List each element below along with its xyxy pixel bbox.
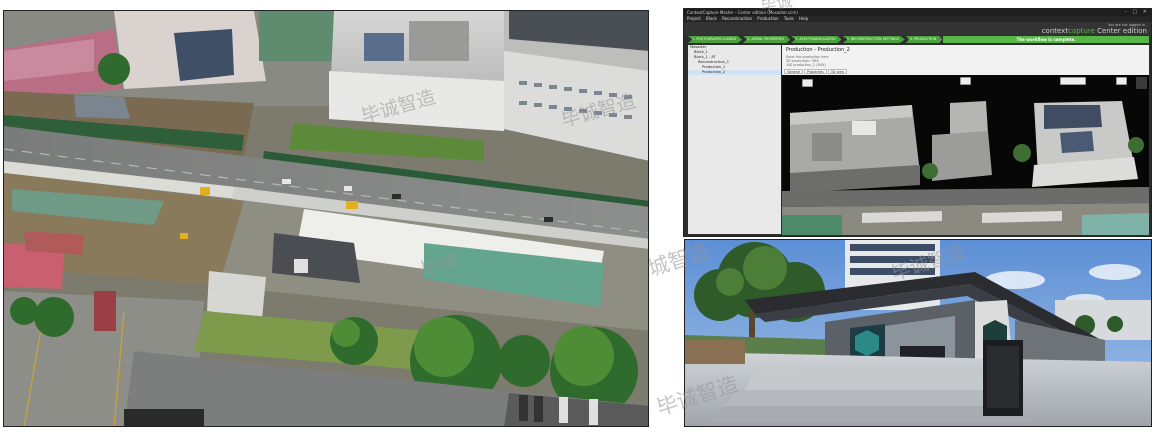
workflow-step-photographs[interactable]: 1. PHOTOGRAPHS LOADED xyxy=(688,36,743,43)
panel-output[interactable]: 100 production_2 (3MX) xyxy=(786,63,826,67)
window-title: ContextCapture Master - Center edition (… xyxy=(687,10,798,15)
aerial-photo-graphic xyxy=(4,11,648,426)
contextcapture-window: ContextCapture Master - Center edition (… xyxy=(683,8,1152,237)
workflow-status: The workflow is complete. xyxy=(943,36,1149,43)
menu-production[interactable]: Production xyxy=(757,16,778,21)
3d-viewport[interactable] xyxy=(782,75,1149,235)
workflow-step-aerotriangulation[interactable]: 3. AEROTRIANGULATION xyxy=(791,36,842,43)
panel-title: Production - Production_2 xyxy=(786,47,850,53)
workflow-step-properties[interactable]: 2. AERIAL PROPERTIES xyxy=(743,36,791,43)
menu-block[interactable]: Block xyxy=(706,16,717,21)
viewport-home-icon[interactable] xyxy=(802,79,813,87)
workflow-step-reconstruction[interactable]: 4. RECONSTRUCTION SETTINGS xyxy=(842,36,905,43)
menu-project[interactable]: Project xyxy=(687,16,701,21)
menu-reconstruction[interactable]: Reconstruction xyxy=(722,16,752,21)
tree-item-production-2[interactable]: Production_2 xyxy=(688,70,781,75)
brand-bar: You are not logged in contextcapture Cen… xyxy=(684,22,1151,35)
viewport-tool-icon[interactable] xyxy=(960,77,971,85)
viewport-side-panel[interactable] xyxy=(1136,77,1147,89)
viewport-settings-icon[interactable] xyxy=(1116,77,1127,85)
panel-tabs: General Properties 3D view xyxy=(784,69,848,74)
3d-render-image xyxy=(684,239,1152,427)
3d-model-graphic xyxy=(782,75,1149,235)
menu-tools[interactable]: Tools xyxy=(784,16,794,21)
workflow-bar: 1. PHOTOGRAPHS LOADED 2. AERIAL PROPERTI… xyxy=(688,36,1149,43)
viewport-nav-toolbar[interactable] xyxy=(1060,77,1086,85)
brand-prefix: context xyxy=(1041,27,1069,35)
window-close-icon[interactable]: – □ ✕ xyxy=(1124,9,1149,16)
tab-general[interactable]: General xyxy=(784,69,803,74)
menu-help[interactable]: Help xyxy=(799,16,808,21)
workflow-step-production[interactable]: 5. PRODUCTION xyxy=(905,36,943,43)
brand-edition: Center edition xyxy=(1097,27,1147,35)
tab-3d-view[interactable]: 3D view xyxy=(827,69,847,74)
screenshot-root: ContextCapture Master - Center edition (… xyxy=(0,0,1156,432)
brand-accent: capture xyxy=(1068,27,1095,35)
aerial-photo xyxy=(3,10,649,427)
brand-logo: contextcapture Center edition xyxy=(1042,27,1147,35)
window-titlebar: ContextCapture Master - Center edition (… xyxy=(684,9,1151,16)
project-tree: Mosaster Block_1 Block_1 - AT Reconstruc… xyxy=(688,45,781,234)
tab-properties[interactable]: Properties xyxy=(804,69,827,74)
3d-render-graphic xyxy=(685,240,1151,426)
